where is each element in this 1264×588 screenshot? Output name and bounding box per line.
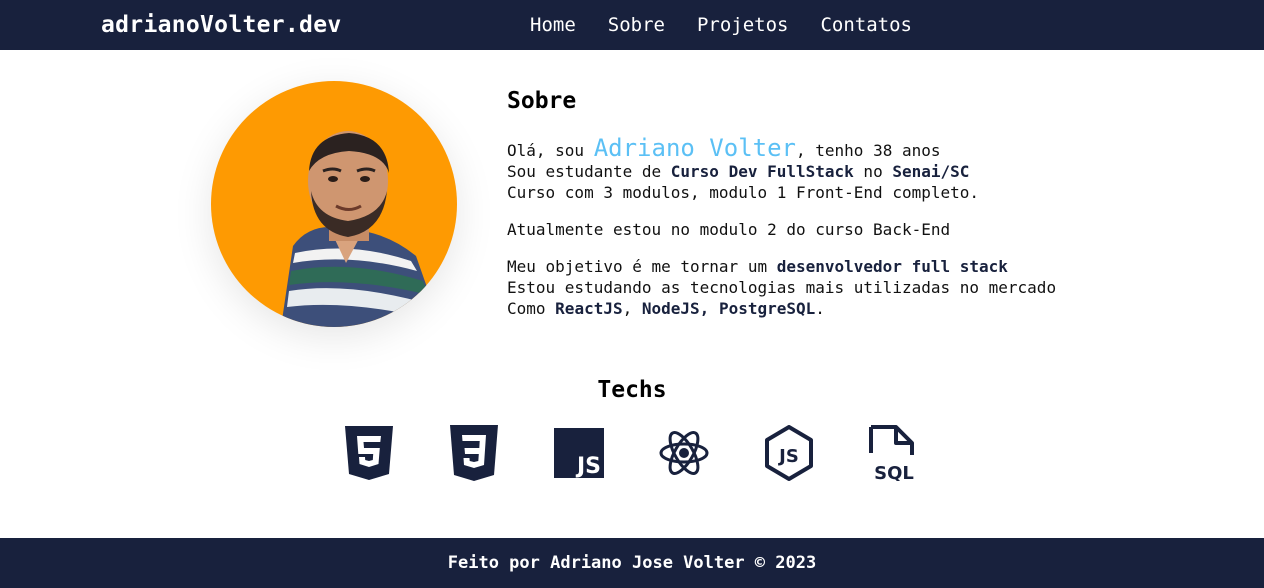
react-icon	[657, 425, 711, 481]
course-modules: Curso com 3 modulos, modulo 1 Front-End …	[507, 183, 980, 202]
study-mid: no	[853, 162, 893, 181]
techs-list: JS JS SQL	[342, 425, 972, 481]
main-nav: Home Sobre Projetos Contatos	[530, 13, 944, 37]
course-name: Curso Dev FullStack	[670, 162, 854, 181]
footer-text: Feito por Adriano Jose Volter © 2023	[447, 553, 817, 573]
profile-photo	[211, 81, 457, 327]
site-footer: Feito por Adriano Jose Volter © 2023	[0, 538, 1264, 588]
goal-paragraph: Meu objetivo é me tornar um desenvolvedo…	[507, 256, 1127, 319]
javascript-icon: JS	[552, 425, 606, 481]
greeting-suffix: , tenho 38 anos	[796, 141, 941, 160]
site-logo[interactable]: adrianoVolter.dev	[101, 11, 342, 39]
css3-icon	[447, 425, 501, 481]
sql-file-icon: SQL	[867, 425, 921, 481]
about-section: Sobre Olá, sou Adriano Volter, tenho 38 …	[507, 86, 1127, 335]
goal-prefix: Meu objetivo é me tornar um	[507, 257, 777, 276]
current-module-paragraph: Atualmente estou no modulo 2 do curso Ba…	[507, 220, 951, 239]
svg-text:JS: JS	[575, 454, 601, 478]
nav-home[interactable]: Home	[530, 13, 576, 37]
tech-react: ReactJS	[555, 299, 623, 318]
tech-node-postgres: NodeJS, PostgreSQL	[641, 299, 816, 318]
study-line: Estou estudando as tecnologias mais util…	[507, 278, 1057, 297]
goal-highlight: desenvolvedor full stack	[776, 257, 1008, 276]
period: .	[815, 299, 825, 318]
study-prefix: Sou estudante de	[507, 162, 671, 181]
nav-sobre[interactable]: Sobre	[608, 13, 665, 37]
greeting-prefix: Olá, sou	[507, 141, 594, 160]
html5-icon	[342, 425, 396, 481]
school-name: Senai/SC	[892, 162, 970, 181]
intro-paragraph: Olá, sou Adriano Volter, tenho 38 anos S…	[507, 136, 1127, 203]
nav-contatos[interactable]: Contatos	[820, 13, 912, 37]
techs-title: Techs	[597, 377, 667, 403]
about-title: Sobre	[507, 88, 577, 114]
nav-projetos[interactable]: Projetos	[697, 13, 789, 37]
como-prefix: Como	[507, 299, 556, 318]
site-header: adrianoVolter.dev Home Sobre Projetos Co…	[0, 0, 1264, 50]
author-name: Adriano Volter	[593, 134, 796, 162]
svg-text:SQL: SQL	[874, 463, 914, 481]
nodejs-icon: JS	[762, 425, 816, 481]
comma: ,	[622, 299, 642, 318]
svg-text:JS: JS	[777, 446, 799, 467]
